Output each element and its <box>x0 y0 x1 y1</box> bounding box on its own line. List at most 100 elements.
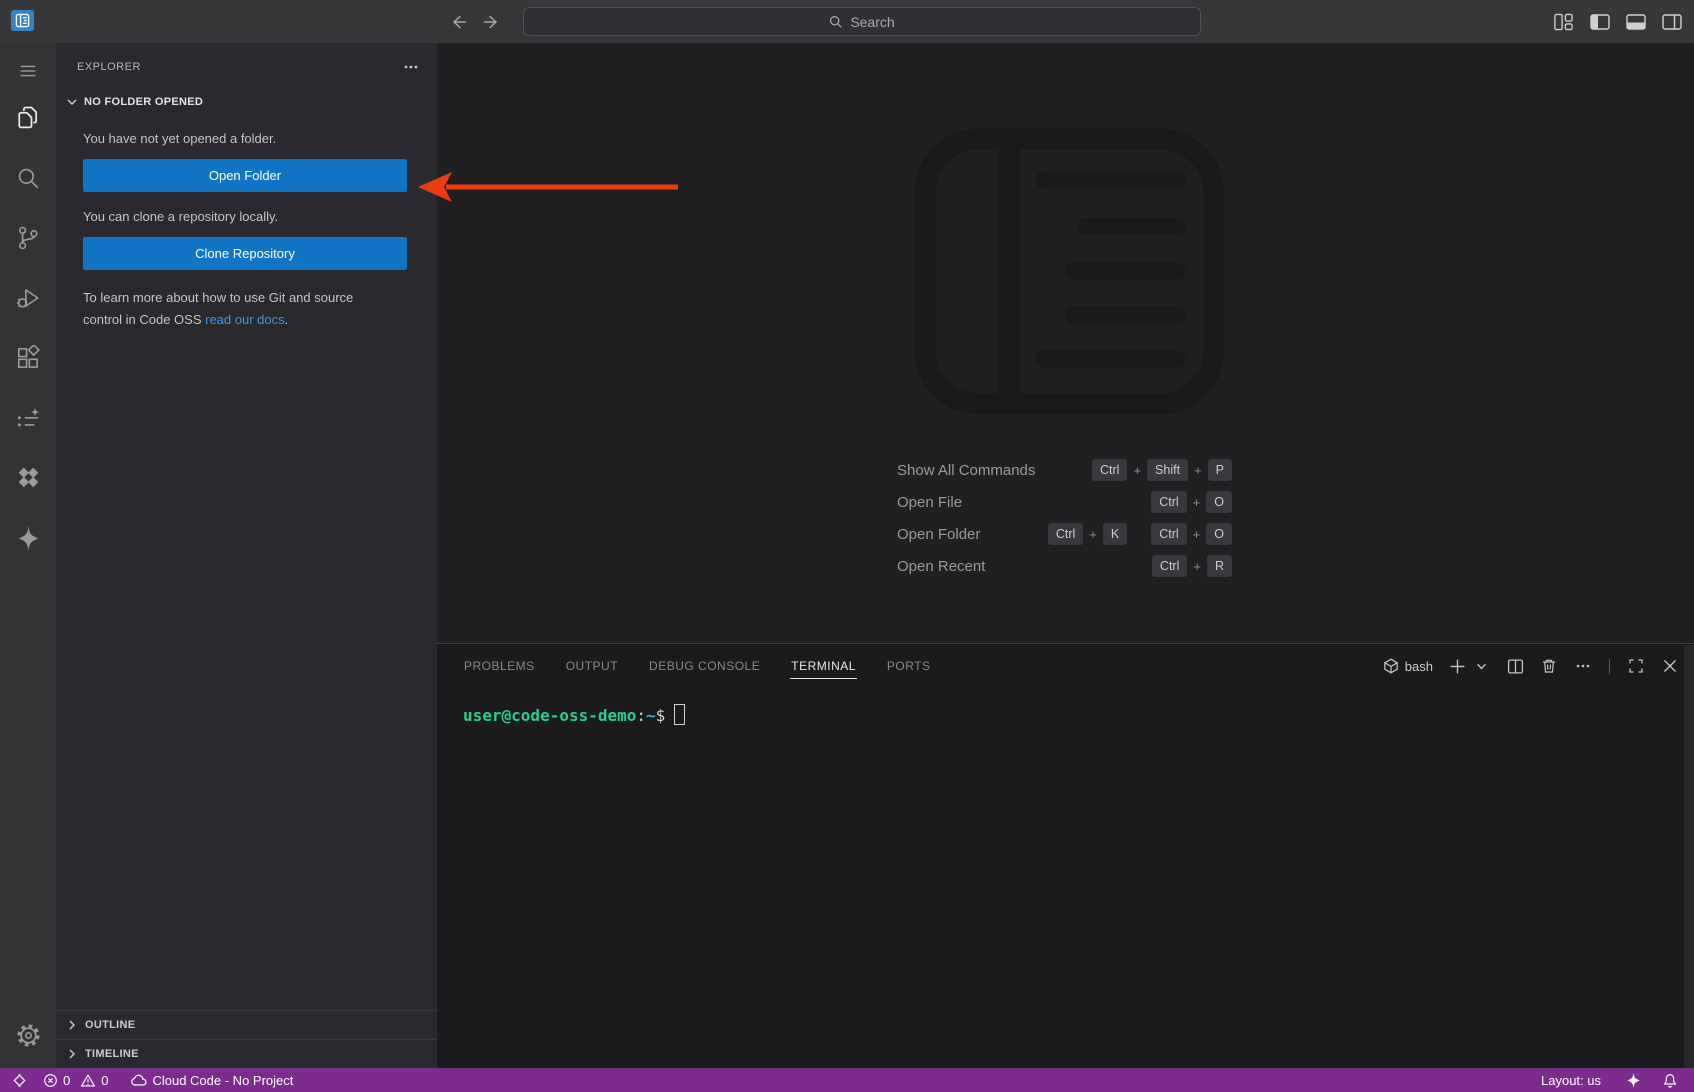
terminal-prompt-path: ~ <box>646 706 656 725</box>
new-terminal-icon[interactable] <box>1447 656 1467 676</box>
source-control-icon[interactable] <box>0 223 56 253</box>
error-icon <box>43 1073 58 1088</box>
plus-sign: + <box>1133 463 1141 478</box>
docs-paragraph: To learn more about how to use Git and s… <box>83 287 393 331</box>
maximize-panel-icon[interactable] <box>1626 656 1646 676</box>
terminal-cursor <box>674 704 685 725</box>
menu-hamburger-icon[interactable] <box>0 56 56 86</box>
cloud-code-diamonds-icon[interactable] <box>0 465 56 495</box>
activity-bar <box>0 43 56 1068</box>
checklist-sparkle-icon[interactable] <box>0 405 56 435</box>
toggle-panel-icon[interactable] <box>1625 12 1646 31</box>
command-center-search[interactable]: Search <box>523 7 1201 36</box>
read-our-docs-link[interactable]: read our docs <box>205 312 285 327</box>
code-oss-window: Search <box>0 0 1694 1092</box>
chevron-down-icon <box>64 94 80 110</box>
extensions-icon[interactable] <box>0 343 56 373</box>
split-terminal-icon[interactable] <box>1505 656 1525 676</box>
key-o: O <box>1206 523 1232 545</box>
settings-gear-icon[interactable] <box>0 1020 56 1050</box>
plus-sign: + <box>1193 527 1201 542</box>
key-ctrl: Ctrl <box>1151 491 1186 513</box>
sidebar-more-actions-icon[interactable] <box>403 59 419 75</box>
problems-indicator[interactable]: 0 0 <box>35 1068 116 1092</box>
toolbar-divider <box>1609 659 1610 674</box>
terminal-prompt-symbol: $ <box>656 706 666 725</box>
panel-header: PROBLEMS OUTPUT DEBUG CONSOLE TERMINAL P… <box>437 644 1694 688</box>
cloud-icon <box>130 1073 147 1088</box>
kill-terminal-trash-icon[interactable] <box>1539 656 1559 676</box>
tab-debug-console[interactable]: DEBUG CONSOLE <box>648 654 761 679</box>
terminal-content[interactable]: user@code-oss-demo:~$ <box>437 688 1694 725</box>
customize-layout-icon[interactable] <box>1553 12 1574 31</box>
warning-count: 0 <box>101 1073 108 1088</box>
shortcut-row: Open Folder Ctrl + K Ctrl + O <box>897 518 1232 550</box>
key-shift: Shift <box>1147 459 1188 481</box>
key-k: K <box>1103 523 1127 545</box>
docs-text-after: . <box>285 312 289 327</box>
code-oss-watermark-logo <box>913 127 1226 416</box>
annotation-arrow-pointing-open-folder <box>412 168 684 208</box>
sidebar-title: EXPLORER <box>77 61 141 73</box>
section-no-folder-opened[interactable]: NO FOLDER OPENED <box>56 90 437 114</box>
panel-more-actions-icon[interactable] <box>1573 656 1593 676</box>
run-debug-icon[interactable] <box>0 283 56 313</box>
shortcut-row: Open Recent Ctrl + R <box>897 550 1232 582</box>
explorer-files-icon[interactable] <box>0 103 56 133</box>
gemini-sparkle-icon[interactable] <box>0 523 56 553</box>
shortcut-label: Open Folder <box>897 526 980 543</box>
terminal-scrollbar[interactable] <box>1684 645 1694 1069</box>
search-icon <box>829 15 843 29</box>
shortcut-row: Open File Ctrl + O <box>897 486 1232 518</box>
shortcut-label: Show All Commands <box>897 462 1035 479</box>
plus-sign: + <box>1193 495 1201 510</box>
terminal-prompt-user: user@code-oss-demo <box>463 706 636 725</box>
layout-label: Layout: us <box>1541 1073 1601 1088</box>
tab-output[interactable]: OUTPUT <box>565 654 619 679</box>
key-ctrl: Ctrl <box>1151 523 1186 545</box>
tab-problems[interactable]: PROBLEMS <box>463 654 536 679</box>
shell-selector[interactable]: bash <box>1383 658 1433 674</box>
key-p: P <box>1208 459 1232 481</box>
tab-terminal[interactable]: TERMINAL <box>790 654 857 679</box>
section-header-label: NO FOLDER OPENED <box>84 96 203 108</box>
titlebar-layout-controls <box>1553 0 1682 43</box>
key-ctrl: Ctrl <box>1092 459 1127 481</box>
outline-section-header[interactable]: OUTLINE <box>56 1010 437 1039</box>
plus-sign: + <box>1089 527 1097 542</box>
terminal-dropdown-chevron-icon[interactable] <box>1471 656 1491 676</box>
clone-repository-button[interactable]: Clone Repository <box>83 237 407 270</box>
bash-cube-icon <box>1383 658 1399 674</box>
forward-arrow-icon[interactable] <box>478 9 504 35</box>
shortcut-label: Open File <box>897 494 962 511</box>
search-placeholder: Search <box>850 14 894 30</box>
key-ctrl: Ctrl <box>1048 523 1083 545</box>
open-folder-button[interactable]: Open Folder <box>83 159 407 192</box>
toggle-secondary-sidebar-icon[interactable] <box>1661 12 1682 31</box>
cloud-code-label: Cloud Code - No Project <box>152 1073 293 1088</box>
cloud-code-status[interactable]: Cloud Code - No Project <box>122 1068 301 1092</box>
timeline-section-header[interactable]: TIMELINE <box>56 1039 437 1068</box>
chevron-right-icon <box>64 1046 80 1062</box>
layout-indicator[interactable]: Layout: us <box>1533 1068 1609 1092</box>
editor-area: Show All Commands Ctrl + Shift + P Open … <box>437 43 1694 643</box>
tab-ports[interactable]: PORTS <box>886 654 932 679</box>
status-bar: 0 0 Cloud Code - No Project Layout: us <box>0 1068 1694 1092</box>
outline-label: OUTLINE <box>85 1019 135 1031</box>
close-panel-icon[interactable] <box>1660 656 1680 676</box>
remote-indicator[interactable] <box>4 1068 35 1092</box>
key-r: R <box>1207 555 1232 577</box>
terminal-prompt-separator: : <box>636 706 646 725</box>
keyboard-shortcuts-list: Show All Commands Ctrl + Shift + P Open … <box>897 454 1232 582</box>
no-folder-text: You have not yet opened a folder. <box>83 131 407 146</box>
plus-sign: + <box>1193 559 1201 574</box>
toggle-primary-sidebar-icon[interactable] <box>1589 12 1610 31</box>
notifications-bell-icon[interactable] <box>1654 1068 1686 1092</box>
panel-tabs: PROBLEMS OUTPUT DEBUG CONSOLE TERMINAL P… <box>463 654 932 679</box>
gemini-status-icon[interactable] <box>1617 1068 1650 1092</box>
search-sidebar-icon[interactable] <box>0 163 56 193</box>
timeline-label: TIMELINE <box>85 1048 139 1060</box>
back-arrow-icon[interactable] <box>446 9 472 35</box>
chevron-right-icon <box>64 1017 80 1033</box>
shortcut-row: Show All Commands Ctrl + Shift + P <box>897 454 1232 486</box>
